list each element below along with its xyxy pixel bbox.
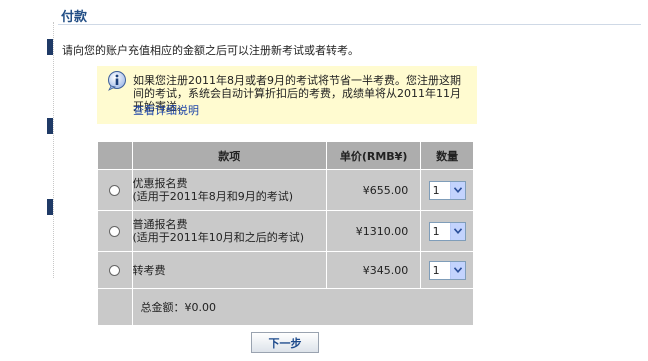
section-marker (47, 199, 53, 215)
fee-radio-transfer[interactable] (109, 265, 121, 276)
quantity-value: 1 (432, 263, 440, 277)
fee-table: 款项 单价(RMB¥) 数量 优惠报名费 (适用于2011年8月和9月的考试) … (97, 141, 474, 326)
header-quantity: 数量 (420, 141, 474, 170)
fee-radio-discount[interactable] (109, 185, 121, 196)
fee-radio-regular[interactable] (109, 226, 121, 237)
quantity-select[interactable]: 1 (428, 221, 466, 241)
item-price: ¥655.00 (325, 169, 422, 211)
section-marker (47, 39, 53, 55)
info-icon (108, 71, 126, 91)
total-row: 总金额：¥0.00 (97, 288, 474, 326)
item-cell: 优惠报名费 (适用于2011年8月和9月的考试) (131, 169, 327, 211)
table-row: 普通报名费 (适用于2011年10月和之后的考试) ¥1310.00 1 (97, 210, 474, 252)
quantity-select[interactable]: 1 (428, 180, 466, 200)
item-price: ¥1310.00 (325, 210, 422, 252)
title-divider (58, 24, 641, 25)
chevron-down-icon (449, 181, 465, 199)
table-row: 优惠报名费 (适用于2011年8月和9月的考试) ¥655.00 1 (97, 169, 474, 211)
header-item: 款项 (131, 141, 327, 170)
item-note: (适用于2011年10月和之后的考试) (132, 231, 305, 244)
quantity-select[interactable]: 1 (428, 260, 466, 280)
details-link[interactable]: 查看详细说明 (133, 102, 199, 118)
item-name: 转考费 (132, 263, 166, 277)
page-title: 付款 (61, 10, 88, 25)
item-cell: 转考费 (131, 251, 327, 289)
section-marker (47, 118, 53, 134)
chevron-down-icon (449, 222, 465, 240)
chevron-down-icon (449, 261, 465, 279)
quantity-value: 1 (432, 224, 440, 238)
table-header-row: 款项 单价(RMB¥) 数量 (97, 141, 474, 170)
discount-notice: 如果您注册2011年8月或者9月的考试将节省一半考费。您注册这期间的考试，系统会… (97, 66, 477, 124)
header-price: 单价(RMB¥) (325, 141, 422, 170)
item-cell: 普通报名费 (适用于2011年10月和之后的考试) (131, 210, 327, 252)
next-button[interactable]: 下一步 (251, 332, 319, 353)
instruction-text: 请向您的账户充值相应的金额之后可以注册新考试或者转考。 (62, 44, 359, 57)
table-row: 转考费 ¥345.00 1 (97, 251, 474, 289)
header-select-column (97, 141, 133, 170)
item-name: 普通报名费 (132, 218, 188, 231)
content-gutter-line (53, 22, 54, 278)
total-amount: 总金额：¥0.00 (131, 288, 474, 326)
item-name: 优惠报名费 (132, 177, 188, 190)
quantity-value: 1 (432, 183, 440, 197)
item-price: ¥345.00 (325, 251, 422, 289)
item-note: (适用于2011年8月和9月的考试) (132, 190, 294, 203)
